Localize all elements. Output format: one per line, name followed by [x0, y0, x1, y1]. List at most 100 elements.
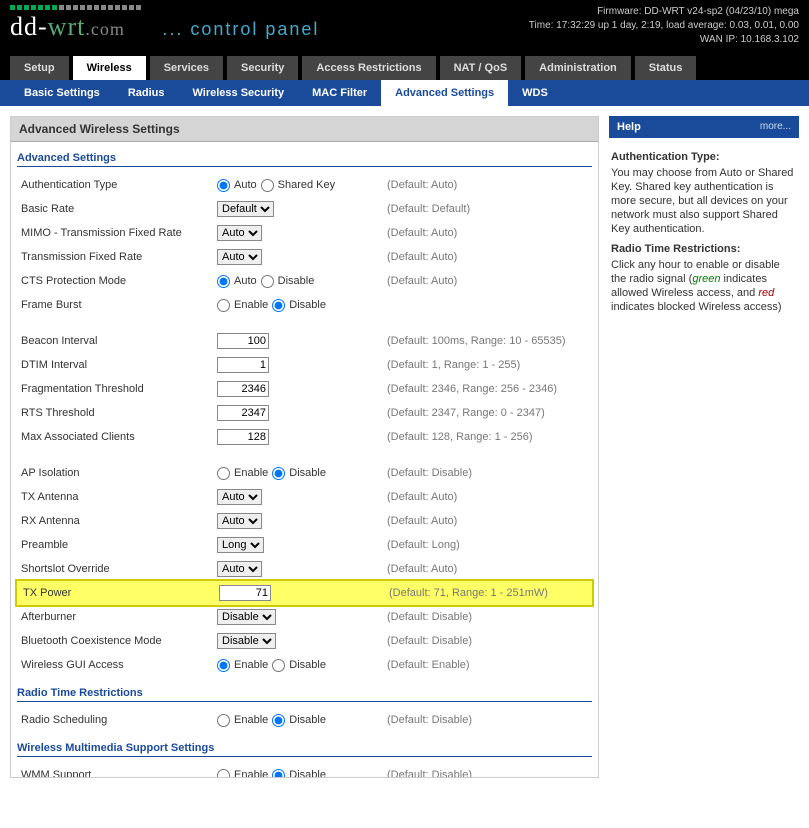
setting-control [217, 333, 387, 349]
radio-option[interactable]: Disable [272, 659, 326, 672]
text-input[interactable] [219, 585, 271, 601]
legend-radio: Radio Time Restrictions [17, 687, 592, 702]
radio-input[interactable] [261, 275, 274, 288]
radio-input[interactable] [217, 714, 230, 727]
select-input[interactable]: Auto [217, 249, 262, 265]
subtab-radius[interactable]: Radius [114, 80, 179, 106]
select-input[interactable]: Disable [217, 633, 276, 649]
setting-control: Auto Shared Key [217, 179, 387, 192]
setting-label: Authentication Type [17, 179, 217, 191]
setting-default: (Default: Auto) [387, 491, 457, 503]
setting-label: AP Isolation [17, 467, 217, 479]
help-auth-body: You may choose from Auto or Shared Key. … [611, 166, 797, 236]
radio-option[interactable]: Enable [217, 299, 268, 312]
setting-control: Disable [217, 609, 387, 625]
setting-row: AfterburnerDisable(Default: Disable) [17, 605, 592, 629]
setting-control: Enable Disable [217, 769, 387, 778]
subtab-advanced-settings[interactable]: Advanced Settings [381, 80, 508, 106]
subtab-basic-settings[interactable]: Basic Settings [10, 80, 114, 106]
tab-access-restrictions[interactable]: Access Restrictions [302, 56, 435, 80]
setting-row: TX AntennaAuto(Default: Auto) [17, 485, 592, 509]
radio-option[interactable]: Disable [272, 714, 326, 727]
radio-input[interactable] [217, 659, 230, 672]
radio-input[interactable] [272, 769, 285, 778]
radio-input[interactable] [217, 275, 230, 288]
subtab-wds[interactable]: WDS [508, 80, 562, 106]
setting-label: DTIM Interval [17, 359, 217, 371]
radio-option[interactable]: Auto [217, 275, 257, 288]
setting-control: Auto [217, 489, 387, 505]
text-input[interactable] [217, 381, 269, 397]
text-input[interactable] [217, 405, 269, 421]
setting-label: TX Power [19, 587, 219, 599]
text-input[interactable] [217, 357, 269, 373]
setting-row: Max Associated Clients(Default: 128, Ran… [17, 425, 592, 449]
radio-option[interactable]: Disable [272, 299, 326, 312]
radio-option[interactable]: Auto [217, 179, 257, 192]
setting-control: Disable [217, 633, 387, 649]
radio-input[interactable] [217, 769, 230, 778]
logo: dd-wrt.com [10, 12, 132, 41]
setting-default: (Default: Auto) [387, 251, 457, 263]
tab-setup[interactable]: Setup [10, 56, 69, 80]
setting-default: (Default: Long) [387, 539, 460, 551]
select-input[interactable]: Long [217, 537, 264, 553]
text-input[interactable] [217, 429, 269, 445]
radio-input[interactable] [272, 714, 285, 727]
setting-default: (Default: Disable) [387, 467, 472, 479]
setting-control: Enable Disable [217, 714, 387, 727]
setting-label: WMM Support [17, 769, 217, 777]
select-input[interactable]: Disable [217, 609, 276, 625]
select-input[interactable]: Auto [217, 513, 262, 529]
setting-default: (Default: 2346, Range: 256 - 2346) [387, 383, 557, 395]
radio-option[interactable]: Enable [217, 467, 268, 480]
select-input[interactable]: Auto [217, 561, 262, 577]
select-input[interactable]: Auto [217, 489, 262, 505]
setting-label: RX Antenna [17, 515, 217, 527]
help-more-link[interactable]: more... [760, 121, 791, 133]
tab-administration[interactable]: Administration [525, 56, 631, 80]
radio-input[interactable] [272, 467, 285, 480]
setting-default: (Default: Auto) [387, 275, 457, 287]
radio-input[interactable] [217, 179, 230, 192]
setting-default: (Default: Auto) [387, 179, 457, 191]
tab-nat-qos[interactable]: NAT / QoS [440, 56, 522, 80]
tab-security[interactable]: Security [227, 56, 298, 80]
setting-row: Bluetooth Coexistence ModeDisable(Defaul… [17, 629, 592, 653]
setting-row: Shortslot OverrideAuto(Default: Auto) [17, 557, 592, 581]
setting-row: PreambleLong(Default: Long) [17, 533, 592, 557]
setting-label: Frame Burst [17, 299, 217, 311]
radio-option[interactable]: Disable [272, 467, 326, 480]
fieldset-wmm: Wireless Multimedia Support Settings WMM… [17, 742, 592, 777]
radio-input[interactable] [261, 179, 274, 192]
radio-input[interactable] [272, 659, 285, 672]
radio-option[interactable]: Enable [217, 714, 268, 727]
radio-option[interactable]: Disable [261, 275, 315, 288]
tab-wireless[interactable]: Wireless [73, 56, 146, 80]
setting-row: Transmission Fixed RateAuto(Default: Aut… [17, 245, 592, 269]
header: dd-wrt.com ... control panel Firmware: D… [0, 0, 809, 56]
setting-default: (Default: 71, Range: 1 - 251mW) [389, 587, 548, 599]
subtab-mac-filter[interactable]: MAC Filter [298, 80, 381, 106]
radio-input[interactable] [217, 299, 230, 312]
radio-option[interactable]: Enable [217, 659, 268, 672]
setting-row: Beacon Interval(Default: 100ms, Range: 1… [17, 329, 592, 353]
select-input[interactable]: Auto [217, 225, 262, 241]
text-input[interactable] [217, 333, 269, 349]
setting-control: Auto Disable [217, 275, 387, 288]
setting-label: Fragmentation Threshold [17, 383, 217, 395]
setting-label: Wireless GUI Access [17, 659, 217, 671]
setting-control: Default [217, 201, 387, 217]
subtab-wireless-security[interactable]: Wireless Security [179, 80, 299, 106]
tab-status[interactable]: Status [635, 56, 697, 80]
setting-default: (Default: Disable) [387, 611, 472, 623]
radio-option[interactable]: Shared Key [261, 179, 335, 192]
setting-label: Basic Rate [17, 203, 217, 215]
radio-input[interactable] [272, 299, 285, 312]
setting-label: CTS Protection Mode [17, 275, 217, 287]
radio-option[interactable]: Disable [272, 769, 326, 778]
select-input[interactable]: Default [217, 201, 274, 217]
radio-option[interactable]: Enable [217, 769, 268, 778]
tab-services[interactable]: Services [150, 56, 223, 80]
radio-input[interactable] [217, 467, 230, 480]
